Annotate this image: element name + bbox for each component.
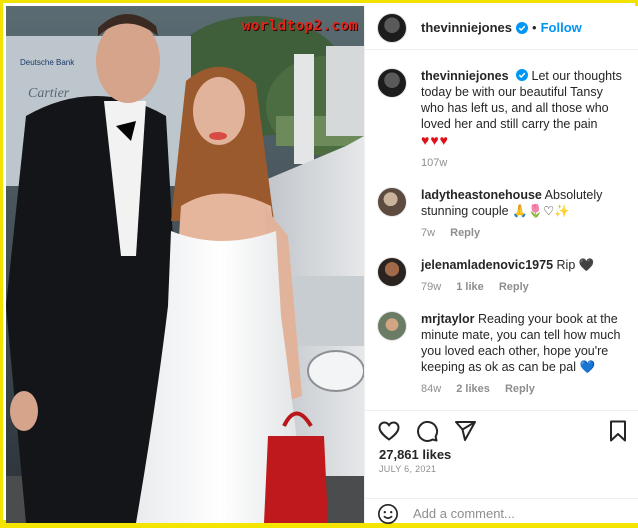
post-date[interactable]: JULY 6, 2021 xyxy=(379,464,436,474)
commenter-avatar[interactable] xyxy=(377,257,407,287)
likes-count[interactable]: 27,861 likes xyxy=(379,447,451,462)
like-heart-icon[interactable] xyxy=(377,419,401,443)
caption-time[interactable]: 107w xyxy=(421,157,447,169)
caption: thevinniejones Let our thoughts today be… xyxy=(365,58,638,177)
comment-input[interactable] xyxy=(413,506,613,521)
comment-item: ladytheastonehouse Absolutely stunning c… xyxy=(365,177,638,247)
commenter-avatar[interactable] xyxy=(377,187,407,217)
comment-likes[interactable]: 2 likes xyxy=(456,383,490,395)
verified-badge-icon xyxy=(516,69,529,81)
emoji-smiley-icon[interactable] xyxy=(377,503,399,525)
backdrop-logo-deutsche-bank: Deutsche Bank xyxy=(20,58,75,67)
comment-username[interactable]: jelenamladenovic1975 xyxy=(421,258,553,272)
comment-time[interactable]: 79w xyxy=(421,281,441,293)
comment-time[interactable]: 7w xyxy=(421,227,435,239)
share-paper-plane-icon[interactable] xyxy=(453,419,477,443)
comment-text: Rip 🖤 xyxy=(556,258,595,272)
comment-likes[interactable]: 1 like xyxy=(456,281,484,293)
add-comment-bar xyxy=(365,498,638,528)
comment-username[interactable]: mrjtaylor xyxy=(421,312,475,326)
comment-time[interactable]: 84w xyxy=(421,383,441,395)
reply-button[interactable]: Reply xyxy=(450,227,480,239)
action-bar xyxy=(365,410,638,450)
comment-item: jelenamladenovic1975 Rip 🖤 79w 1 like Re… xyxy=(365,247,638,301)
author-avatar[interactable] xyxy=(377,12,407,43)
reply-button[interactable]: Reply xyxy=(499,281,529,293)
backdrop-logo-cartier: Cartier xyxy=(28,86,70,101)
photo-illustration xyxy=(6,6,364,523)
post-sidebar: thevinniejones • Follow thevinniejones L… xyxy=(364,6,638,524)
verified-badge-icon xyxy=(516,21,529,34)
heart-emojis: ♥♥♥ xyxy=(421,132,449,148)
post-header: thevinniejones • Follow xyxy=(365,6,638,50)
comment-bubble-icon[interactable] xyxy=(415,419,439,443)
separator-dot: • xyxy=(532,20,537,35)
caption-username[interactable]: thevinniejones xyxy=(421,69,509,83)
comment-item: mrjtaylor Reading your book at the minut… xyxy=(365,301,638,403)
comments-list[interactable]: thevinniejones Let our thoughts today be… xyxy=(365,58,638,423)
post-photo[interactable]: worldtop2.com Deutsche Bank Cartier xyxy=(6,6,364,523)
watermark-text: worldtop2.com xyxy=(242,18,359,34)
commenter-avatar[interactable] xyxy=(377,311,407,341)
save-bookmark-icon[interactable] xyxy=(606,419,630,443)
reply-button[interactable]: Reply xyxy=(505,383,535,395)
follow-button[interactable]: Follow xyxy=(541,20,582,35)
author-username[interactable]: thevinniejones xyxy=(421,20,512,35)
screenshot-frame: worldtop2.com Deutsche Bank Cartier thev… xyxy=(0,0,638,524)
caption-avatar[interactable] xyxy=(377,68,407,98)
comment-username[interactable]: ladytheastonehouse xyxy=(421,188,542,202)
